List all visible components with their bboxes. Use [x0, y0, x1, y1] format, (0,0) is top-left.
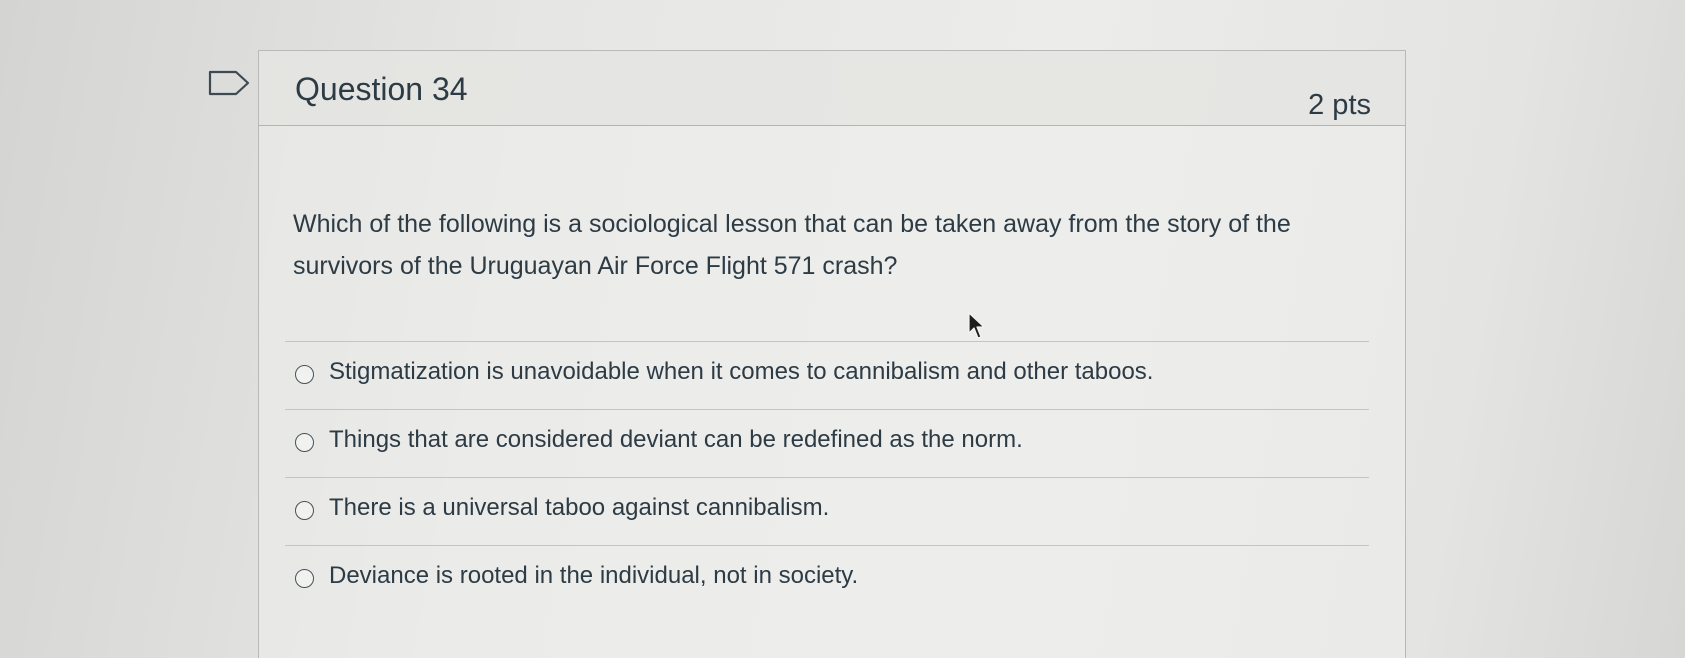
radio-button[interactable]: [295, 433, 314, 452]
question-card: Question 34 2 pts Which of the following…: [258, 50, 1406, 658]
mouse-pointer-icon: [968, 312, 985, 339]
question-points: 2 pts: [1308, 89, 1371, 121]
question-header: Question 34 2 pts: [259, 51, 1405, 126]
answer-label[interactable]: Stigmatization is unavoidable when it co…: [329, 358, 1153, 386]
question-text: Which of the following is a sociological…: [293, 210, 1291, 280]
question-title: Question 34: [295, 71, 468, 107]
radio-button[interactable]: [295, 501, 314, 520]
answer-label[interactable]: Things that are considered deviant can b…: [329, 426, 1023, 454]
answer-option-4[interactable]: Deviance is rooted in the individual, no…: [285, 546, 1369, 613]
radio-button[interactable]: [295, 569, 314, 588]
flag-question-icon[interactable]: [208, 70, 250, 96]
radio-button[interactable]: [295, 365, 314, 384]
answer-option-3[interactable]: There is a universal taboo against canni…: [285, 478, 1369, 545]
answer-option-1[interactable]: Stigmatization is unavoidable when it co…: [285, 342, 1369, 409]
answer-label[interactable]: There is a universal taboo against canni…: [329, 494, 829, 522]
answer-list: Stigmatization is unavoidable when it co…: [285, 341, 1369, 613]
answer-label[interactable]: Deviance is rooted in the individual, no…: [329, 562, 858, 590]
answer-option-2[interactable]: Things that are considered deviant can b…: [285, 410, 1369, 477]
